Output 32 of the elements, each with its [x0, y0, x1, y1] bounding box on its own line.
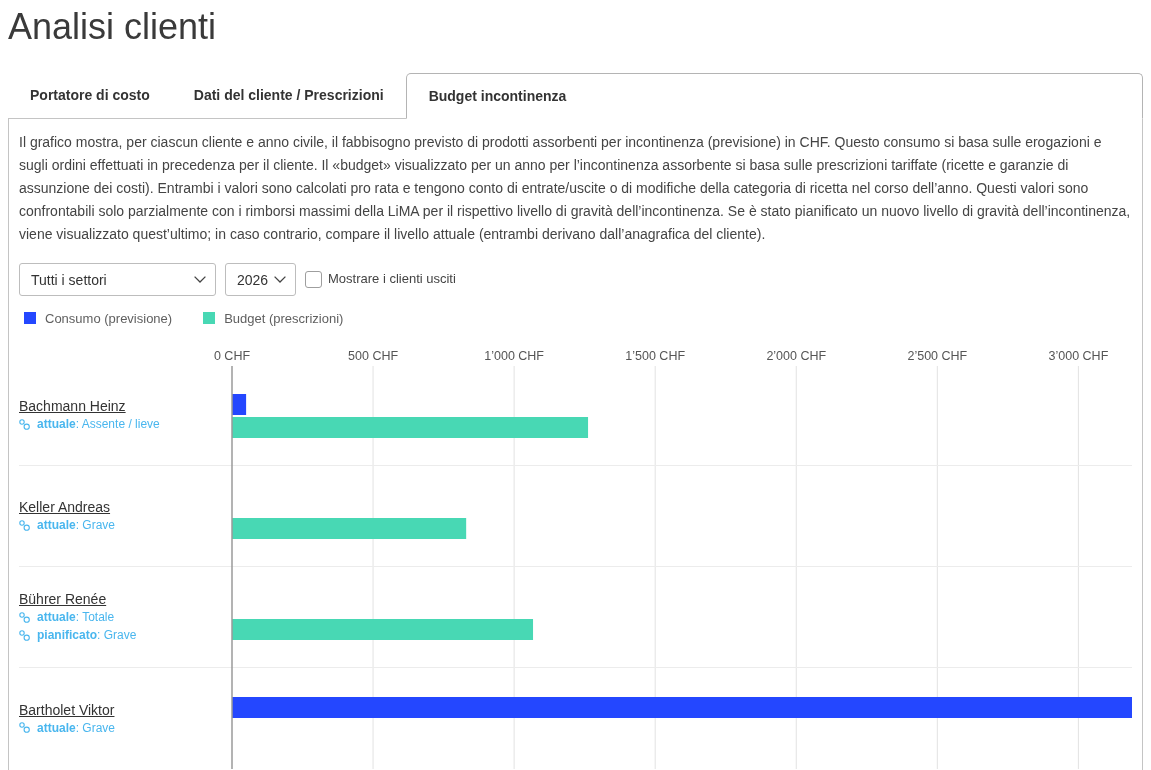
sector-dropdown[interactable]: Tutti i settori [19, 263, 216, 296]
axis-tick-label: 500 CHF [348, 349, 399, 363]
checkbox-label: Mostrare i clienti usciti [328, 271, 456, 286]
severity-text: attuale: Grave [37, 720, 116, 735]
axis-tick-label: 0 CHF [213, 349, 251, 363]
tab[interactable]: Budget incontinenza [405, 73, 1143, 119]
axis-tick-label: 2’500 CHF [907, 349, 968, 363]
page-title: Analisi clienti [7, 5, 218, 49]
severity-text: attuale: Assente / lieve [37, 417, 160, 431]
circles-icon [19, 722, 30, 733]
axis-tick-label: 2’000 CHF [766, 349, 827, 363]
client-name-link[interactable]: Keller Andreas [19, 498, 111, 516]
legend-label: Budget (prescrizioni) [224, 310, 344, 326]
severity-text: attuale: Grave [37, 518, 116, 532]
chevron-down-icon [194, 276, 206, 283]
axis-tick-label: 3’000 CHF [1048, 349, 1109, 363]
year-dropdown[interactable]: 2026 [225, 263, 296, 296]
checkbox[interactable] [305, 271, 322, 288]
client-name-link[interactable]: Bührer Renée [19, 590, 107, 608]
circles-icon [19, 629, 30, 641]
client-name-link[interactable]: Bachmann Heinz [19, 397, 126, 415]
description-text: Il grafico mostra, per ciascun cliente e anno civile, il fabbisogno previsto di prodotti assorbenti per incontinenza (previsione) in CHF. Questo consumo si basa sulle erogazioni e sugli ordini effettuati in precedenza per il cliente. Il «budget» visualizzato per un anno per l’incontinenza assorbente si basa sulle prescrizioni tariffate (ricette e garanzie di assunzione dei costi). Entrambi i valori sono calcolati pro rata e tengono conto di entrate/uscite o di modifiche della categoria di ricetta nel corso dell’anno. Questi valori sono confrontabili solo parzialmente con i rimborsi massimi della LiMA per il rispettivo livello di gravità dell’incontinenza. Se è stato pianificato un nuovo livello di gravità dell’incontinenza, viene visualizzato quest’ultimo; in caso contrario, compare il livello attuale (entrambi derivano dall’anagrafica del cliente). [19, 133, 1132, 244]
severity-text: pianificato: Grave [37, 628, 137, 642]
severity-text: attuale: Totale [37, 610, 115, 624]
client-name-link[interactable]: Bartholet Viktor [19, 700, 115, 719]
axis-tick-label: 1’500 CHF [625, 349, 686, 363]
chevron-down-icon [274, 276, 286, 283]
circles-icon [19, 519, 30, 531]
axis-tick-label: 1’000 CHF [484, 349, 544, 363]
legend-label: Consumo (previsione) [45, 310, 173, 326]
circles-icon [19, 611, 30, 623]
circles-icon [19, 418, 30, 430]
